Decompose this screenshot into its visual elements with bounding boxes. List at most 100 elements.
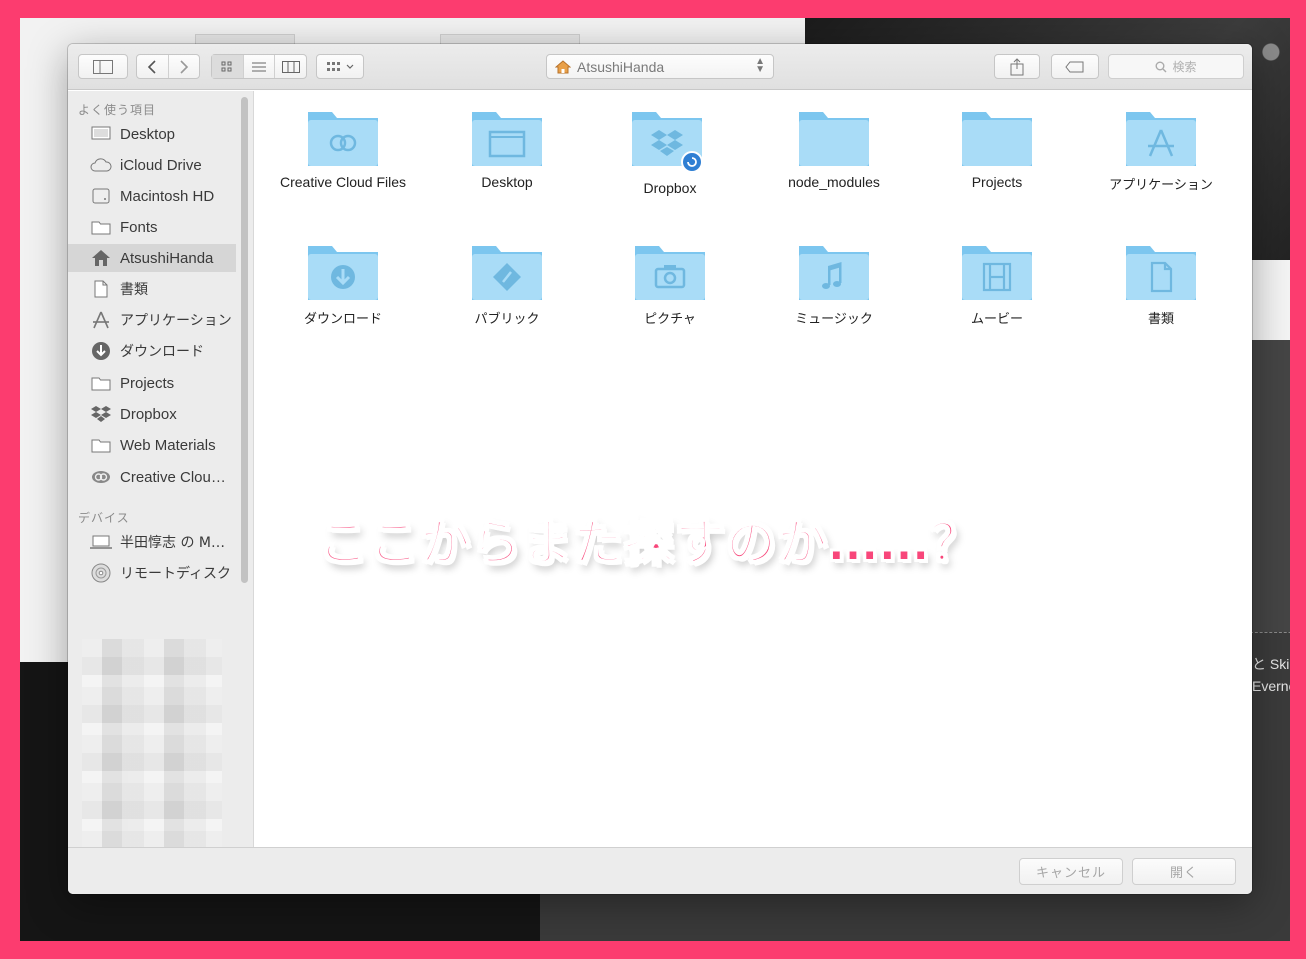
note-card-line: Everno [1252, 678, 1297, 694]
note-card-line: と Ski [1252, 656, 1290, 672]
file-item-label: ピクチャ [644, 312, 696, 327]
sidebar-item-label: 半田惇志 の M… [120, 535, 225, 551]
sidebar-item-desktop[interactable]: Desktop [68, 120, 236, 148]
file-item-label: ミュージック [795, 312, 873, 327]
file-item-documents[interactable]: 書類 [1081, 240, 1241, 327]
sidebar-item-atsushihanda[interactable]: AtsushiHanda [68, 244, 236, 272]
sidebar-item-label: アプリケーション [120, 313, 232, 329]
sidebar-item-label: ダウンロード [120, 344, 204, 360]
home-icon [90, 249, 112, 267]
sidebar-item-label: Fonts [120, 218, 158, 236]
sidebar: よく使う項目 Desktop iCloud Drive Macintosh HD… [68, 91, 254, 894]
folder-icon [472, 112, 542, 166]
sidebar-item-fonts[interactable]: Fonts [68, 213, 236, 241]
open-button[interactable]: 開く [1132, 858, 1236, 885]
sidebar-item-macintosh-hd[interactable]: Macintosh HD [68, 182, 236, 210]
cancel-button[interactable]: キャンセル [1019, 858, 1123, 885]
file-item-label: Dropbox [643, 180, 697, 196]
sidebar-item-label: Web Materials [120, 436, 216, 454]
tag-button[interactable] [1051, 54, 1099, 79]
sidebar-item-icloud-drive[interactable]: iCloud Drive [68, 151, 236, 179]
sidebar-item-remote-disc[interactable]: リモートディスク [68, 559, 236, 587]
file-item-music[interactable]: ミュージック [754, 240, 914, 327]
background-note-card: と Ski Everno [1250, 632, 1306, 760]
folder-icon [799, 246, 869, 300]
file-item-label: 書類 [1147, 312, 1174, 327]
tag-icon [1065, 61, 1084, 72]
download-icon [331, 265, 355, 289]
laptop-icon [90, 533, 112, 551]
home-icon [555, 59, 571, 73]
dialog-footer: キャンセル 開く [68, 847, 1252, 894]
forward-icon [180, 59, 188, 74]
file-item-pictures[interactable]: ピクチャ [590, 240, 750, 327]
file-item-label: Desktop [481, 174, 533, 190]
background-tab [440, 34, 580, 44]
sidebar-item-label: iCloud Drive [120, 156, 202, 174]
share-button[interactable] [994, 54, 1040, 79]
sidebar-scrollbar[interactable] [241, 97, 248, 583]
list-view-icon [252, 62, 266, 71]
dropbox-icon [90, 405, 112, 423]
sidebar-item-label: Macintosh HD [120, 187, 215, 205]
list-view-button[interactable] [244, 55, 276, 78]
folder-icon [632, 112, 703, 173]
file-item-creative-cloud-files[interactable]: Creative Cloud Files [263, 106, 423, 190]
creative-cloud-icon [90, 468, 112, 486]
sidebar-item-this-mac[interactable]: 半田惇志 の M… [68, 528, 236, 556]
back-button[interactable] [137, 55, 169, 78]
background-tab [195, 34, 295, 44]
sidebar-item-label: 書類 [120, 282, 148, 298]
sidebar-item-documents[interactable]: 書類 [68, 275, 236, 303]
sidebar-item-label: リモートディスク [120, 566, 232, 582]
disc-icon [90, 563, 112, 583]
file-item-label: Projects [971, 174, 1023, 190]
updown-arrows-icon: ▲ ▼ [755, 56, 765, 75]
sidebar-item-applications[interactable]: アプリケーション [68, 306, 236, 334]
folder-icon [635, 246, 705, 300]
icon-view-button[interactable] [212, 55, 244, 78]
download-icon [90, 342, 112, 360]
file-item-label: Creative Cloud Files [279, 174, 407, 190]
folder-icon [962, 246, 1032, 300]
chevron-down-icon [346, 64, 354, 69]
sidebar-item-label: Projects [120, 374, 175, 392]
column-view-button[interactable] [275, 55, 306, 78]
annotation-text: ここからまた探すのか……？ [317, 513, 981, 573]
file-item-label: ダウンロード [303, 312, 382, 327]
sync-badge-icon [681, 151, 703, 173]
search-icon [1155, 61, 1167, 72]
file-item-label: ムービー [970, 312, 1023, 327]
documents-icon [90, 280, 112, 298]
file-item-label: パブリック [474, 312, 540, 327]
file-item-applications[interactable]: アプリケーション [1081, 106, 1241, 193]
sidebar-item-dropbox[interactable]: Dropbox [68, 400, 236, 428]
sidebar-item-web-materials[interactable]: Web Materials [68, 431, 236, 459]
path-popup[interactable]: AtsushiHanda ▲ ▼ [546, 54, 774, 79]
sidebar-item-projects[interactable]: Projects [68, 369, 236, 397]
search-placeholder: 検索 [1172, 60, 1197, 74]
file-item-projects[interactable]: Projects [917, 106, 1077, 190]
sidebar-toggle-button[interactable] [78, 54, 128, 79]
folder-icon [1126, 246, 1196, 300]
file-item-desktop[interactable]: Desktop [427, 106, 587, 190]
sidebar-item-downloads[interactable]: ダウンロード [68, 337, 236, 365]
applications-icon [90, 311, 112, 329]
file-item-node-modules[interactable]: node_modules [754, 106, 914, 190]
search-field[interactable]: 検索 [1108, 54, 1244, 79]
devices-heading: デバイス [78, 511, 130, 525]
favorites-heading: よく使う項目 [78, 103, 157, 117]
group-arrange-button[interactable] [316, 54, 364, 79]
file-item-dropbox[interactable]: Dropbox [590, 106, 750, 196]
folder-icon [1126, 112, 1196, 166]
file-item-label: アプリケーション [1109, 178, 1213, 193]
forward-button[interactable] [169, 55, 200, 78]
file-item-movies[interactable]: ムービー [917, 240, 1077, 327]
sidebar-item-creative-cloud[interactable]: Creative Clou… [68, 463, 236, 491]
folder-icon [90, 436, 112, 454]
folder-icon [962, 112, 1032, 166]
file-item-public[interactable]: パブリック [427, 240, 587, 327]
file-item-downloads[interactable]: ダウンロード [263, 240, 423, 327]
toolbar: AtsushiHanda ▲ ▼ 検索 [68, 44, 1252, 90]
column-view-icon [281, 60, 300, 73]
